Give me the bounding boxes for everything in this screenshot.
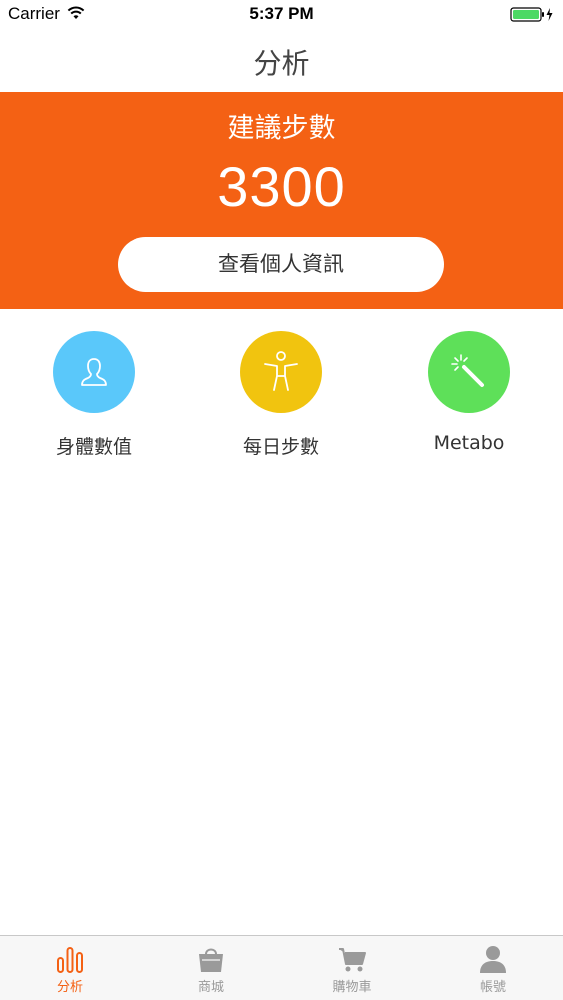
person-icon xyxy=(81,358,107,386)
cart-icon xyxy=(339,948,366,972)
tab-mall-label: 商城 xyxy=(197,980,224,995)
figure-icon xyxy=(264,351,298,391)
shopping-bag-icon xyxy=(199,948,223,972)
user-icon xyxy=(480,946,506,973)
feature-daily-steps[interactable]: 每日步數 xyxy=(201,328,361,458)
nav-bar: 分析 xyxy=(0,30,563,92)
tab-analysis[interactable]: 分析 xyxy=(0,936,140,1000)
feature-metabo[interactable]: Metabo xyxy=(389,328,549,458)
body-metrics-label[interactable]: 身體數值 xyxy=(14,432,174,459)
tab-cart[interactable]: 購物車 xyxy=(282,936,422,1000)
recommended-steps-label: 建議步數 xyxy=(227,113,336,144)
daily-steps-label[interactable]: 每日步數 xyxy=(201,432,361,459)
tab-cart-label: 購物車 xyxy=(332,980,372,995)
battery-icon xyxy=(510,7,553,22)
body-metrics-circle[interactable] xyxy=(53,331,135,413)
status-bar: Carrier 5:37 PM xyxy=(0,0,563,30)
page-title: 分析 xyxy=(253,47,310,80)
bar-chart-icon xyxy=(57,947,83,973)
metabo-label[interactable]: Metabo xyxy=(389,432,549,454)
daily-steps-circle[interactable] xyxy=(240,331,322,413)
view-personal-info-button[interactable]: 查看個人資訊 xyxy=(118,237,444,292)
tab-account[interactable]: 帳號 xyxy=(423,936,563,1000)
metabo-circle[interactable] xyxy=(428,331,510,413)
recommended-steps-card: 建議步數 3300 查看個人資訊 xyxy=(0,92,563,309)
tab-bar: 分析 商城 購物車 帳號 xyxy=(0,935,563,1000)
recommended-steps-value: 3300 xyxy=(217,155,346,218)
tab-analysis-label: 分析 xyxy=(56,980,83,995)
tab-mall[interactable]: 商城 xyxy=(141,936,281,1000)
magic-wand-icon xyxy=(451,354,484,387)
feature-body-metrics[interactable]: 身體數值 xyxy=(14,328,174,458)
status-time: 5:37 PM xyxy=(249,4,314,23)
tab-account-label: 帳號 xyxy=(479,980,506,995)
